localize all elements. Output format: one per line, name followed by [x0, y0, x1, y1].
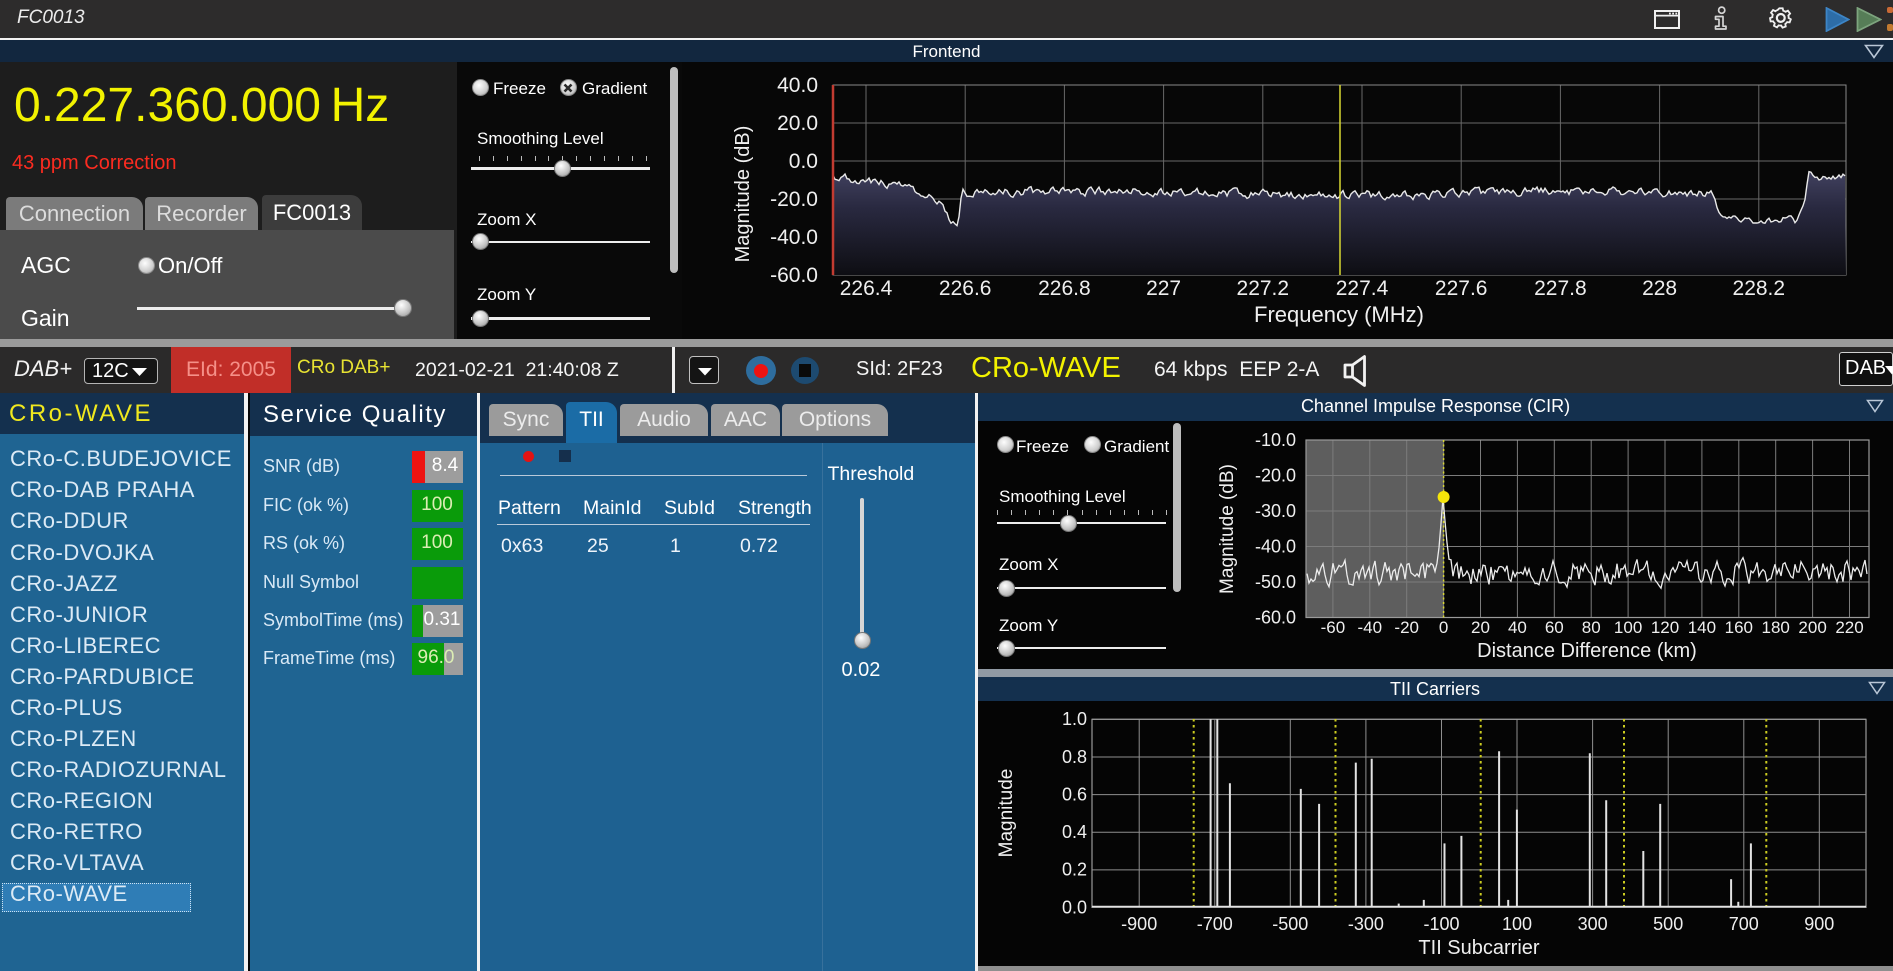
svg-text:-60.0: -60.0: [770, 264, 818, 287]
svg-text:-60.0: -60.0: [1255, 608, 1296, 628]
svg-text:226.4: 226.4: [840, 277, 893, 300]
svg-text:TII Subcarrier: TII Subcarrier: [1418, 937, 1539, 959]
svg-text:-20: -20: [1394, 618, 1419, 637]
svg-text:1.0: 1.0: [1062, 709, 1087, 729]
svg-text:220: 220: [1835, 618, 1863, 637]
svg-text:-700: -700: [1197, 914, 1233, 934]
svg-text:500: 500: [1653, 914, 1683, 934]
svg-text:0.4: 0.4: [1062, 822, 1087, 842]
svg-text:Frequency (MHz): Frequency (MHz): [1254, 302, 1424, 327]
svg-text:0.8: 0.8: [1062, 747, 1087, 767]
svg-text:-30.0: -30.0: [1255, 501, 1296, 521]
svg-text:700: 700: [1729, 914, 1759, 934]
svg-text:-50.0: -50.0: [1255, 572, 1296, 592]
svg-text:120: 120: [1651, 618, 1679, 637]
svg-text:-300: -300: [1348, 914, 1384, 934]
svg-text:TII Carriers: TII Carriers: [1390, 679, 1480, 699]
svg-text:-10.0: -10.0: [1255, 430, 1296, 450]
svg-text:-60: -60: [1321, 618, 1346, 637]
svg-text:Distance Difference (km): Distance Difference (km): [1477, 640, 1697, 662]
svg-text:20.0: 20.0: [777, 112, 818, 135]
svg-text:226.8: 226.8: [1038, 277, 1091, 300]
svg-text:0.0: 0.0: [1062, 897, 1087, 917]
svg-text:Magnitude: Magnitude: [996, 769, 1017, 858]
svg-text:-20.0: -20.0: [770, 188, 818, 211]
svg-text:228: 228: [1642, 277, 1677, 300]
svg-text:20: 20: [1471, 618, 1490, 637]
svg-text:0: 0: [1439, 618, 1448, 637]
svg-text:228.2: 228.2: [1733, 277, 1786, 300]
svg-text:-900: -900: [1121, 914, 1157, 934]
svg-text:0.6: 0.6: [1062, 784, 1087, 804]
svg-text:0.2: 0.2: [1062, 860, 1087, 880]
svg-text:-100: -100: [1423, 914, 1459, 934]
svg-text:900: 900: [1804, 914, 1834, 934]
svg-text:227.4: 227.4: [1336, 277, 1389, 300]
svg-text:100: 100: [1614, 618, 1642, 637]
svg-text:227: 227: [1146, 277, 1181, 300]
svg-text:226.6: 226.6: [939, 277, 992, 300]
svg-text:Magnitude (dB): Magnitude (dB): [1217, 464, 1238, 594]
svg-text:-40.0: -40.0: [1255, 537, 1296, 557]
svg-text:-40: -40: [1358, 618, 1383, 637]
svg-text:-20.0: -20.0: [1255, 466, 1296, 486]
svg-text:160: 160: [1725, 618, 1753, 637]
svg-text:40.0: 40.0: [777, 74, 818, 97]
svg-text:40: 40: [1508, 618, 1527, 637]
svg-text:0.0: 0.0: [789, 150, 818, 173]
svg-text:-40.0: -40.0: [770, 226, 818, 249]
svg-text:140: 140: [1688, 618, 1716, 637]
svg-text:227.8: 227.8: [1534, 277, 1587, 300]
svg-text:300: 300: [1578, 914, 1608, 934]
svg-text:180: 180: [1762, 618, 1790, 637]
svg-text:60: 60: [1545, 618, 1564, 637]
svg-text:100: 100: [1502, 914, 1532, 934]
svg-text:80: 80: [1582, 618, 1601, 637]
svg-text:-500: -500: [1272, 914, 1308, 934]
svg-text:200: 200: [1798, 618, 1826, 637]
svg-text:Magnitude (dB): Magnitude (dB): [732, 126, 754, 263]
svg-text:227.2: 227.2: [1237, 277, 1290, 300]
svg-text:227.6: 227.6: [1435, 277, 1488, 300]
